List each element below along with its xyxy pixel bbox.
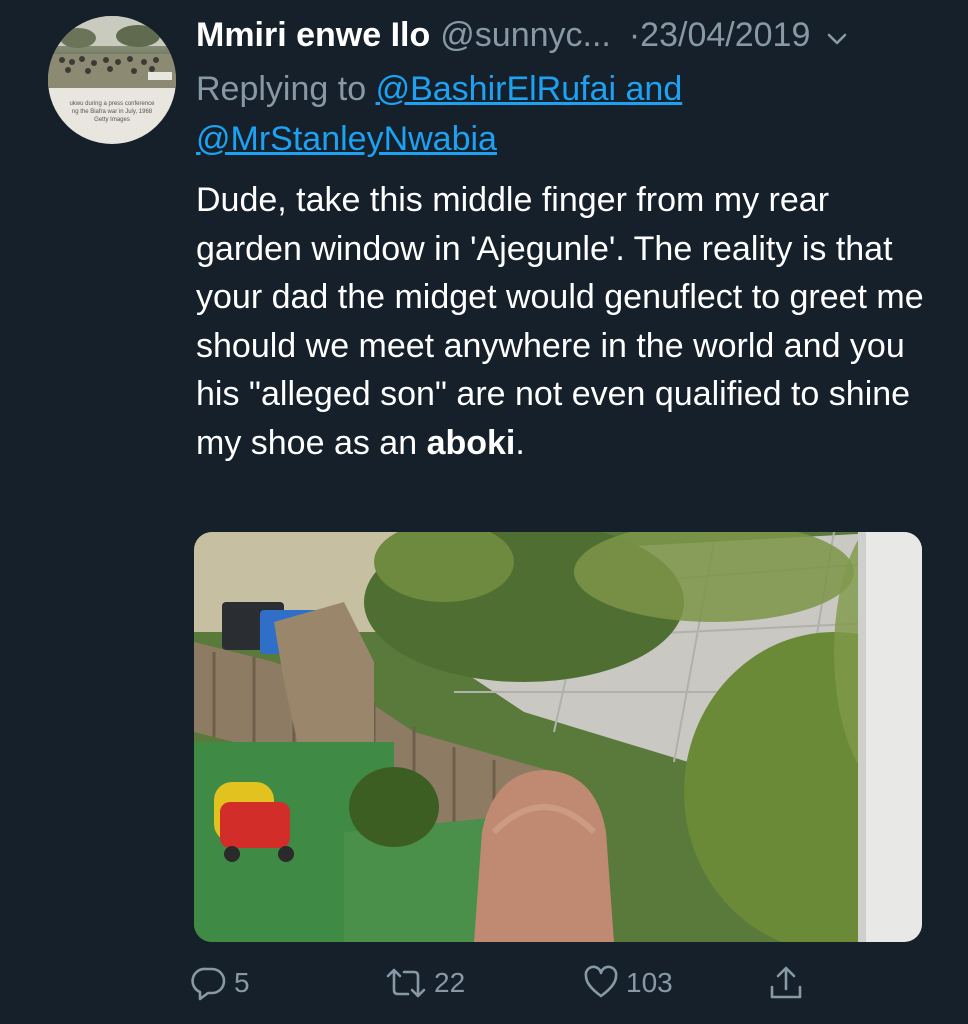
mention-link[interactable]: @BashirElRufai and — [376, 70, 683, 108]
avatar-caption-line: ukwu during a press conference — [69, 101, 155, 107]
retweet-button[interactable]: 22 — [384, 958, 465, 1008]
reply-button[interactable]: 5 — [190, 958, 250, 1008]
mention-text: @BashirElRufai — [375, 70, 617, 108]
retweet-count: 22 — [434, 967, 466, 998]
tweet-header: Mmiri enwe Ilo @sunnyc... ·23/04/2019 — [196, 12, 936, 58]
avatar-caption: ukwu during a press conference ng the Bi… — [48, 100, 176, 124]
replying-to-label: Replying to — [196, 70, 367, 108]
tweet-photo[interactable] — [194, 532, 922, 942]
heart-icon — [582, 964, 620, 1002]
replying-to: Replying to @BashirElRufai and @MrStanle… — [196, 64, 936, 164]
like-button[interactable]: 103 — [582, 958, 673, 1008]
avatar-photo — [48, 16, 176, 88]
tweet-text: Dude, take this middle finger from my re… — [196, 176, 936, 467]
tweet-text-main: Dude, take this middle finger from my re… — [196, 181, 924, 462]
user-handle[interactable]: @sunnyc... — [440, 16, 611, 55]
chevron-down-icon[interactable] — [824, 22, 850, 48]
share-icon — [766, 963, 806, 1003]
tweet-text-bold: aboki — [426, 423, 516, 462]
share-button[interactable] — [766, 958, 806, 1008]
avatar-caption-line: ng the Biafra war in July, 1968 — [71, 109, 153, 115]
mention-link[interactable]: @MrStanleyNwabia — [196, 120, 497, 158]
retweet-icon — [384, 964, 428, 1002]
tweet: ukwu during a press conference ng the Bi… — [0, 0, 968, 1024]
tweet-text-end: . — [515, 423, 525, 462]
display-name[interactable]: Mmiri enwe Ilo — [196, 16, 430, 55]
avatar-caption-line: Getty Images — [94, 117, 130, 123]
like-count: 103 — [626, 967, 673, 998]
mention-joiner: and — [625, 70, 683, 108]
avatar[interactable]: ukwu during a press conference ng the Bi… — [48, 16, 176, 144]
reply-icon — [190, 964, 228, 1002]
tweet-date[interactable]: ·23/04/2019 — [629, 16, 811, 55]
reply-count: 5 — [234, 967, 250, 998]
tweet-actions: 5 22 103 — [190, 958, 930, 1008]
